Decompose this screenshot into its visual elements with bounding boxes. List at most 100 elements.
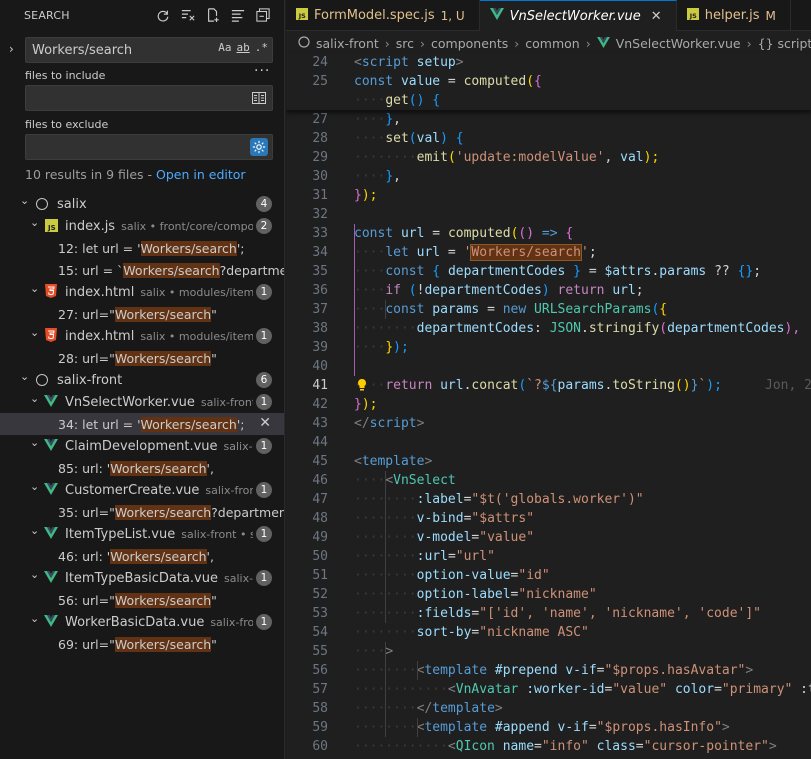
code-token: =: [424, 226, 448, 241]
chevron-down-icon[interactable]: ⌄: [30, 436, 39, 449]
use-exclude-settings-icon[interactable]: [250, 138, 268, 156]
clear-results-icon[interactable]: [179, 6, 197, 24]
code-token: set: [385, 131, 409, 146]
open-in-editor-link[interactable]: Open in editor: [156, 167, 246, 182]
files-exclude-field[interactable]: [25, 134, 273, 160]
search-input[interactable]: [32, 41, 202, 59]
result-file[interactable]: ⌄ index.html salix • modules/item/fr...1: [0, 281, 284, 303]
breadcrumb-item[interactable]: VnSelectWorker.vue: [616, 36, 741, 51]
close-tab-icon[interactable]: ✕: [651, 9, 662, 24]
match-case-icon[interactable]: Aa: [218, 41, 231, 54]
chevron-down-icon[interactable]: ⌄: [20, 194, 29, 207]
chevron-down-icon[interactable]: ⌄: [30, 216, 39, 229]
code-text: ········departmentCodes: JSON.stringify(…: [354, 319, 800, 338]
chevron-down-icon[interactable]: ⌄: [30, 568, 39, 581]
code-token: v-if: [565, 663, 597, 678]
indent-guide: [416, 718, 418, 737]
file-name-text: index.js: [65, 218, 116, 234]
result-file[interactable]: ⌄ VnSelectWorker.vue salix-front • ...1: [0, 391, 284, 413]
chevron-down-icon[interactable]: ⌄: [30, 480, 39, 493]
lightbulb-icon[interactable]: [355, 378, 369, 392]
code-line: 44: [286, 433, 811, 452]
code-line: 40: [286, 357, 811, 376]
search-match[interactable]: 27: url="Workers/search": [0, 303, 284, 325]
code-line: 32: [286, 205, 811, 224]
code-line: 58 ········</template>: [286, 699, 811, 718]
toggle-replace-chevron-icon[interactable]: ›: [9, 42, 14, 56]
search-match[interactable]: 85: url: 'Workers/search',: [0, 457, 284, 479]
tab-vnselectworker-vue[interactable]: VnSelectWorker.vue ✕: [479, 0, 677, 31]
code-token: "value": [612, 682, 668, 697]
code-token: <: [354, 55, 362, 70]
search-match[interactable]: 15: url = `Workers/search?department...: [0, 259, 284, 281]
chevron-down-icon[interactable]: ⌄: [30, 392, 39, 405]
tab-formmodel-spec-js[interactable]: JS FormModel.spec.js 1, U: [286, 0, 480, 31]
line-number: 34: [312, 245, 328, 260]
collapse-all-icon[interactable]: [254, 6, 272, 24]
files-include-field[interactable]: [25, 85, 273, 111]
open-editors-only-icon[interactable]: [250, 89, 268, 107]
match-highlight: Workers/search: [114, 504, 212, 520]
result-file[interactable]: ⌄ ClaimDevelopment.vue salix-fron...1: [0, 435, 284, 457]
code-token: =: [596, 663, 605, 678]
view-as-tree-icon[interactable]: [229, 6, 247, 24]
chevron-down-icon[interactable]: ⌄: [30, 612, 39, 625]
code-token: "value": [479, 530, 535, 545]
breadcrumb-item[interactable]: src: [396, 36, 414, 51]
breadcrumb-item[interactable]: salix-front: [316, 36, 379, 51]
chevron-down-icon[interactable]: ⌄: [20, 370, 29, 383]
result-folder[interactable]: ⌄ salix 4: [0, 193, 284, 215]
results-tree: ⌄ salix 4 ⌄ JS index.js salix • front/core/com…: [0, 193, 284, 655]
code-token: ,: [393, 169, 401, 184]
chevron-down-icon[interactable]: ⌄: [30, 282, 39, 295]
match-text: 12: let url = 'Workers/search';: [58, 240, 244, 256]
match-prefix: 27: url=": [58, 306, 115, 322]
search-match[interactable]: 34: let url = 'Workers/search'; ✕: [0, 413, 284, 435]
code-token: ,: [604, 150, 621, 165]
search-match[interactable]: 28: url="Workers/search": [0, 347, 284, 369]
result-file[interactable]: ⌄ CustomerCreate.vue salix-front ...1: [0, 479, 284, 501]
breadcrumb-item[interactable]: {} script setu: [758, 36, 811, 51]
result-file[interactable]: ⌄ JS index.js salix • front/core/compo... 2: [0, 215, 284, 237]
match-prefix: 12: let url = ': [58, 240, 141, 256]
refresh-icon[interactable]: [154, 6, 172, 24]
search-sidebar: SEARCH › Aa ab .*: [0, 0, 285, 759]
code-line: 35 ····const { departmentCodes } = $attrs…: [286, 262, 811, 281]
code-token: =: [534, 739, 542, 754]
code-token: =: [440, 245, 464, 260]
line-number: 36: [312, 283, 328, 298]
chevron-down-icon[interactable]: ⌄: [30, 326, 39, 339]
result-file[interactable]: ⌄ ItemTypeBasicData.vue salix-fro...1: [0, 567, 284, 589]
search-match[interactable]: 12: let url = 'Workers/search';: [0, 237, 284, 259]
result-file[interactable]: ⌄ ItemTypeList.vue salix-front • src...1: [0, 523, 284, 545]
search-match-highlight: Workers/search: [470, 244, 582, 261]
code-line: 34 ····let url = 'Workers/search';: [286, 243, 811, 262]
tab-helper-js[interactable]: JS helper.js M: [677, 0, 791, 31]
breadcrumb-item[interactable]: components: [431, 36, 508, 51]
new-search-editor-icon[interactable]: [204, 6, 222, 24]
use-regex-icon[interactable]: .*: [255, 41, 268, 54]
repo-icon: [298, 35, 310, 51]
search-match[interactable]: 35: url="Workers/search?department...: [0, 501, 284, 523]
result-folder[interactable]: ⌄ salix-front 6: [0, 369, 284, 391]
result-file[interactable]: ⌄ index.html salix • modules/item/f...1: [0, 325, 284, 347]
result-file[interactable]: ⌄ WorkerBasicData.vue salix-front...1: [0, 611, 284, 633]
dismiss-match-icon[interactable]: ✕: [259, 415, 271, 431]
match-whole-word-icon[interactable]: ab: [237, 41, 250, 54]
code-text: <script setup>: [354, 53, 464, 72]
line-number: 32: [312, 207, 328, 222]
chevron-down-icon[interactable]: ⌄: [30, 524, 39, 537]
search-match[interactable]: 56: url="Workers/search": [0, 589, 284, 611]
code-line: 46 ····<VnSelect: [286, 471, 811, 490]
match-prefix: 35: url=": [58, 504, 115, 520]
breadcrumb-item[interactable]: common: [525, 36, 579, 51]
code-token: script: [361, 55, 409, 70]
toggle-search-details-icon[interactable]: ···: [254, 63, 270, 79]
search-match[interactable]: 46: url: 'Workers/search',: [0, 545, 284, 567]
search-match[interactable]: 69: url="Workers/search": [0, 633, 284, 655]
code-token: const: [354, 74, 394, 89]
line-number: 43: [312, 416, 328, 431]
